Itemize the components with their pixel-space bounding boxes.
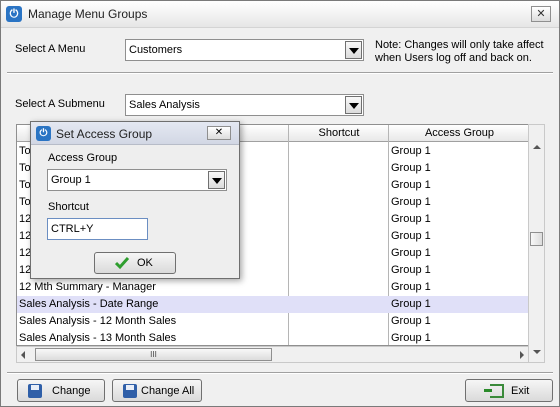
submenu-dropdown[interactable]: Sales Analysis	[125, 94, 364, 116]
access-group-label: Access Group	[48, 152, 118, 164]
select-submenu-label: Select A Submenu	[15, 98, 105, 110]
select-menu-label: Select A Menu	[15, 43, 86, 55]
set-access-group-dialog: ⏻ Set Access Group ✕ Access Group Group …	[30, 121, 240, 279]
shortcut-label: Shortcut	[48, 201, 89, 213]
save-icon	[123, 384, 137, 398]
cell-access-group: Group 1	[391, 196, 431, 208]
submenu-dropdown-value: Sales Analysis	[129, 99, 200, 111]
access-group-dropdown[interactable]: Group 1	[47, 169, 227, 191]
power-icon: ⏻	[6, 6, 22, 22]
scroll-right-icon[interactable]	[520, 351, 524, 359]
power-icon: ⏻	[36, 126, 51, 141]
scroll-thumb-horizontal[interactable]: III	[35, 348, 272, 361]
cell-menu-item: Sales Analysis - Date Range	[19, 298, 159, 310]
divider	[7, 72, 553, 74]
cell-access-group: Group 1	[391, 213, 431, 225]
chevron-down-icon[interactable]	[208, 171, 225, 189]
column-header-shortcut[interactable]: Shortcut	[289, 127, 389, 139]
window-title: Manage Menu Groups	[28, 7, 148, 21]
title-bar: ⏻ Manage Menu Groups ✕	[1, 1, 559, 28]
exit-icon	[484, 384, 504, 398]
cell-access-group: Group 1	[391, 264, 431, 276]
save-icon	[28, 384, 42, 398]
divider	[7, 372, 553, 374]
cell-access-group: Group 1	[391, 162, 431, 174]
horizontal-scrollbar[interactable]: III	[16, 346, 529, 363]
cell-access-group: Group 1	[391, 332, 431, 344]
dialog-close-button[interactable]: ✕	[207, 126, 231, 140]
cell-access-group: Group 1	[391, 298, 431, 310]
cell-access-group: Group 1	[391, 281, 431, 293]
scroll-left-icon[interactable]	[21, 351, 25, 359]
vertical-scrollbar[interactable]	[528, 124, 545, 363]
check-icon	[115, 257, 129, 270]
cell-menu-item: To	[19, 145, 31, 157]
cell-menu-item: 12 Mth Summary - Manager	[19, 281, 156, 293]
scroll-down-icon[interactable]	[533, 350, 541, 354]
chevron-down-icon[interactable]	[345, 41, 362, 59]
cell-access-group: Group 1	[391, 230, 431, 242]
ok-button[interactable]: OK	[94, 252, 176, 274]
table-row[interactable]: Sales Analysis - 12 Month Sales Group 1	[17, 313, 528, 330]
cell-menu-item: To	[19, 162, 31, 174]
access-group-value: Group 1	[51, 174, 91, 186]
cell-menu-item: Sales Analysis - 13 Month Sales	[19, 332, 177, 344]
shortcut-input[interactable]: CTRL+Y	[47, 218, 148, 240]
exit-button[interactable]: Exit	[465, 379, 553, 402]
scroll-thumb[interactable]	[530, 232, 543, 246]
cell-menu-item: Sales Analysis - 12 Month Sales	[19, 315, 177, 327]
table-row[interactable]: Sales Analysis - 13 Month Sales Group 1	[17, 330, 528, 345]
scroll-up-icon[interactable]	[533, 145, 541, 149]
cell-menu-item: To	[19, 196, 31, 208]
cell-access-group: Group 1	[391, 179, 431, 191]
column-header-access-group[interactable]: Access Group	[389, 127, 528, 139]
table-row[interactable]: Sales Analysis - Date Range Group 1	[17, 296, 528, 313]
cell-access-group: Group 1	[391, 315, 431, 327]
close-button[interactable]: ✕	[531, 6, 551, 22]
cell-access-group: Group 1	[391, 145, 431, 157]
menu-dropdown-value: Customers	[129, 44, 183, 56]
change-all-button-label: Change All	[141, 385, 195, 397]
cell-access-group: Group 1	[391, 247, 431, 259]
dialog-title-bar: ⏻ Set Access Group ✕	[31, 122, 239, 145]
change-all-button[interactable]: Change All	[112, 379, 202, 402]
change-button-label: Change	[52, 385, 91, 397]
menu-dropdown[interactable]: Customers	[125, 39, 364, 61]
shortcut-input-value: CTRL+Y	[51, 223, 94, 235]
change-button[interactable]: Change	[17, 379, 105, 402]
exit-button-label: Exit	[511, 385, 530, 397]
table-row[interactable]: 12 Mth Summary - Manager Group 1	[17, 279, 528, 296]
chevron-down-icon[interactable]	[345, 96, 362, 114]
ok-button-label: OK	[137, 257, 153, 269]
dialog-title: Set Access Group	[56, 127, 153, 141]
note-text: Note: Changes will only take affect when…	[375, 39, 544, 64]
cell-menu-item: To	[19, 179, 31, 191]
